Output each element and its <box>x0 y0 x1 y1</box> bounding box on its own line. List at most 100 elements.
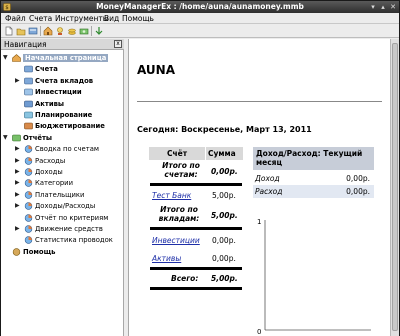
column-header-sum-label: Сумма <box>208 149 236 158</box>
date-line: Сегодня: Воскресенье, Март 13, 2011 <box>137 125 312 134</box>
menu-bar: Файл Счета Инструменты Вид Помощь <box>1 13 399 24</box>
sidebar-item-10[interactable]: ▶ Расходы <box>1 156 124 166</box>
sidebar-item-label: Статистика проводок <box>35 236 113 245</box>
sidebar-item-label: Бюджетирование <box>35 122 105 131</box>
sidebar-item-label: Активы <box>35 99 65 108</box>
sidebar-item-label: Плательщики <box>35 190 85 199</box>
assets-link[interactable]: Активы <box>152 254 181 263</box>
expand-arrow-icon[interactable]: ▶ <box>15 145 22 152</box>
sidebar-item-7[interactable]: Бюджетирование <box>1 121 124 131</box>
pie-chart-icon <box>24 202 33 210</box>
expand-arrow-icon[interactable]: ▶ <box>15 179 22 186</box>
vertical-scrollbar[interactable] <box>390 39 399 336</box>
coins-icon[interactable] <box>67 26 77 36</box>
investments-link[interactable]: Инвестиции <box>152 236 200 245</box>
sidebar-item-16[interactable]: ▶ Движение средств <box>1 224 124 234</box>
sidebar-item-label: Доходы <box>35 168 63 176</box>
menu-file[interactable]: Файл <box>5 14 26 23</box>
sidebar-item-label: Инвестиции <box>35 88 82 97</box>
income-expense-header: Доход/Расход: Текущий месяц <box>253 147 374 170</box>
sidebar-item-18[interactable]: Помощь <box>1 247 124 257</box>
sidebar-item-13[interactable]: ▶ Плательщики <box>1 190 124 200</box>
account-link-test-bank[interactable]: Тест Банк <box>152 191 191 200</box>
expand-arrow-icon[interactable]: ▶ <box>15 157 22 164</box>
total-deposits-label: Итого по вкладам: <box>158 205 200 223</box>
sidebar-item-2[interactable]: Счета <box>1 64 124 74</box>
pie-chart-icon <box>24 145 33 153</box>
pie-chart-icon <box>24 179 33 188</box>
open-folder-icon[interactable] <box>16 26 26 36</box>
sidebar-item-6[interactable]: Планирование <box>1 110 124 120</box>
menu-tools[interactable]: Инструменты <box>55 14 109 23</box>
expand-arrow-icon[interactable]: ▶ <box>15 202 22 209</box>
menu-view[interactable]: Вид <box>104 14 119 23</box>
total-accounts-label: Итого по счетам: <box>162 161 200 179</box>
investments-value: 0,00р. <box>212 236 236 245</box>
pie-chart-icon <box>24 236 33 245</box>
sidebar-item-4[interactable]: Инвестиции <box>1 87 124 97</box>
sidebar-item-label: Счета <box>35 65 58 74</box>
pie-chart-icon <box>24 213 33 222</box>
axis-tick-top: 1 <box>257 218 261 226</box>
expand-arrow-icon[interactable]: ▶ <box>15 77 22 84</box>
income-label: Доход <box>255 174 280 183</box>
sidebar-item-label: Счета вкладов <box>35 76 94 85</box>
maximize-button[interactable]: ▴ <box>379 3 387 11</box>
title-bar[interactable]: $ MoneyManagerEx : /home/auna/aunamoney.… <box>1 1 399 13</box>
column-header-account-label: Счёт <box>167 149 188 158</box>
home-icon[interactable] <box>43 26 53 36</box>
pie-chart-icon <box>24 191 33 199</box>
scrollbar-thumb[interactable] <box>392 43 398 331</box>
menu-accounts[interactable]: Счета <box>29 14 52 23</box>
sidebar-item-label: Начальная страница <box>23 54 109 62</box>
budget-icon <box>24 123 33 130</box>
sidebar-item-label: Сводка по счетам <box>35 145 99 154</box>
assets-value: 0,00р. <box>212 254 236 263</box>
new-file-icon[interactable] <box>4 26 14 36</box>
expand-arrow-icon[interactable]: ▶ <box>15 168 22 175</box>
filter-icon[interactable] <box>94 26 104 36</box>
separator-line <box>150 287 242 290</box>
page-title: AUNA <box>137 63 175 77</box>
total-accounts-value: 0,00р. <box>211 167 238 176</box>
collapse-arrow-icon[interactable]: ▼ <box>3 134 10 141</box>
menu-help[interactable]: Помощь <box>122 14 154 23</box>
total-deposits-value: 5,00р. <box>211 211 238 220</box>
collapse-arrow-icon[interactable]: ▼ <box>3 54 10 61</box>
pie-chart-icon <box>24 168 33 176</box>
separator-line <box>150 183 242 186</box>
wizard-icon[interactable] <box>55 26 65 36</box>
sidebar-item-8[interactable]: ▼ Отчёты <box>1 133 124 143</box>
expand-arrow-icon[interactable]: ▶ <box>15 225 22 232</box>
sidebar-item-14[interactable]: ▶ Доходы/Расходы <box>1 201 124 211</box>
window-title: MoneyManagerEx : /home/auna/aunamoney.mm… <box>96 2 304 11</box>
calendar-icon <box>24 111 33 119</box>
sidebar-item-3[interactable]: ▶ Счета вкладов <box>1 76 124 86</box>
sidebar-item-label: Движение средств <box>35 225 103 233</box>
sidebar-item-label: Категории <box>35 179 74 188</box>
sidebar-item-11[interactable]: ▶ Доходы <box>1 167 124 177</box>
separator-line <box>150 267 242 270</box>
sidebar-item-1[interactable]: ▼ Начальная страница <box>1 53 124 63</box>
sidebar-item-15[interactable]: Отчёт по критериям <box>1 213 124 223</box>
column-header-sum: Сумма <box>206 147 243 160</box>
sidebar-item-12[interactable]: ▶ Категории <box>1 178 124 188</box>
column-header-account: Счёт <box>149 147 205 160</box>
separator-line <box>150 227 242 230</box>
close-panel-button[interactable]: x <box>114 40 122 48</box>
expand-arrow-icon[interactable]: ▶ <box>15 191 22 198</box>
expense-label: Расход <box>255 187 283 196</box>
accounts-icon[interactable] <box>28 26 38 36</box>
cash-icon[interactable] <box>79 26 89 36</box>
reports-icon <box>12 134 21 142</box>
help-icon <box>12 248 21 256</box>
sidebar-item-label: Планирование <box>35 111 93 119</box>
test-bank-value: 5,00р. <box>212 191 236 200</box>
income-expense-chart: 1 0 <box>257 218 371 336</box>
sidebar-item-9[interactable]: ▶ Сводка по счетам <box>1 144 124 154</box>
sidebar-item-5[interactable]: Активы <box>1 99 124 109</box>
car-icon <box>24 100 33 107</box>
minimize-button[interactable]: ▾ <box>369 3 377 11</box>
sidebar-item-17[interactable]: Статистика проводок <box>1 235 124 245</box>
close-window-button[interactable]: ✕ <box>389 3 397 11</box>
